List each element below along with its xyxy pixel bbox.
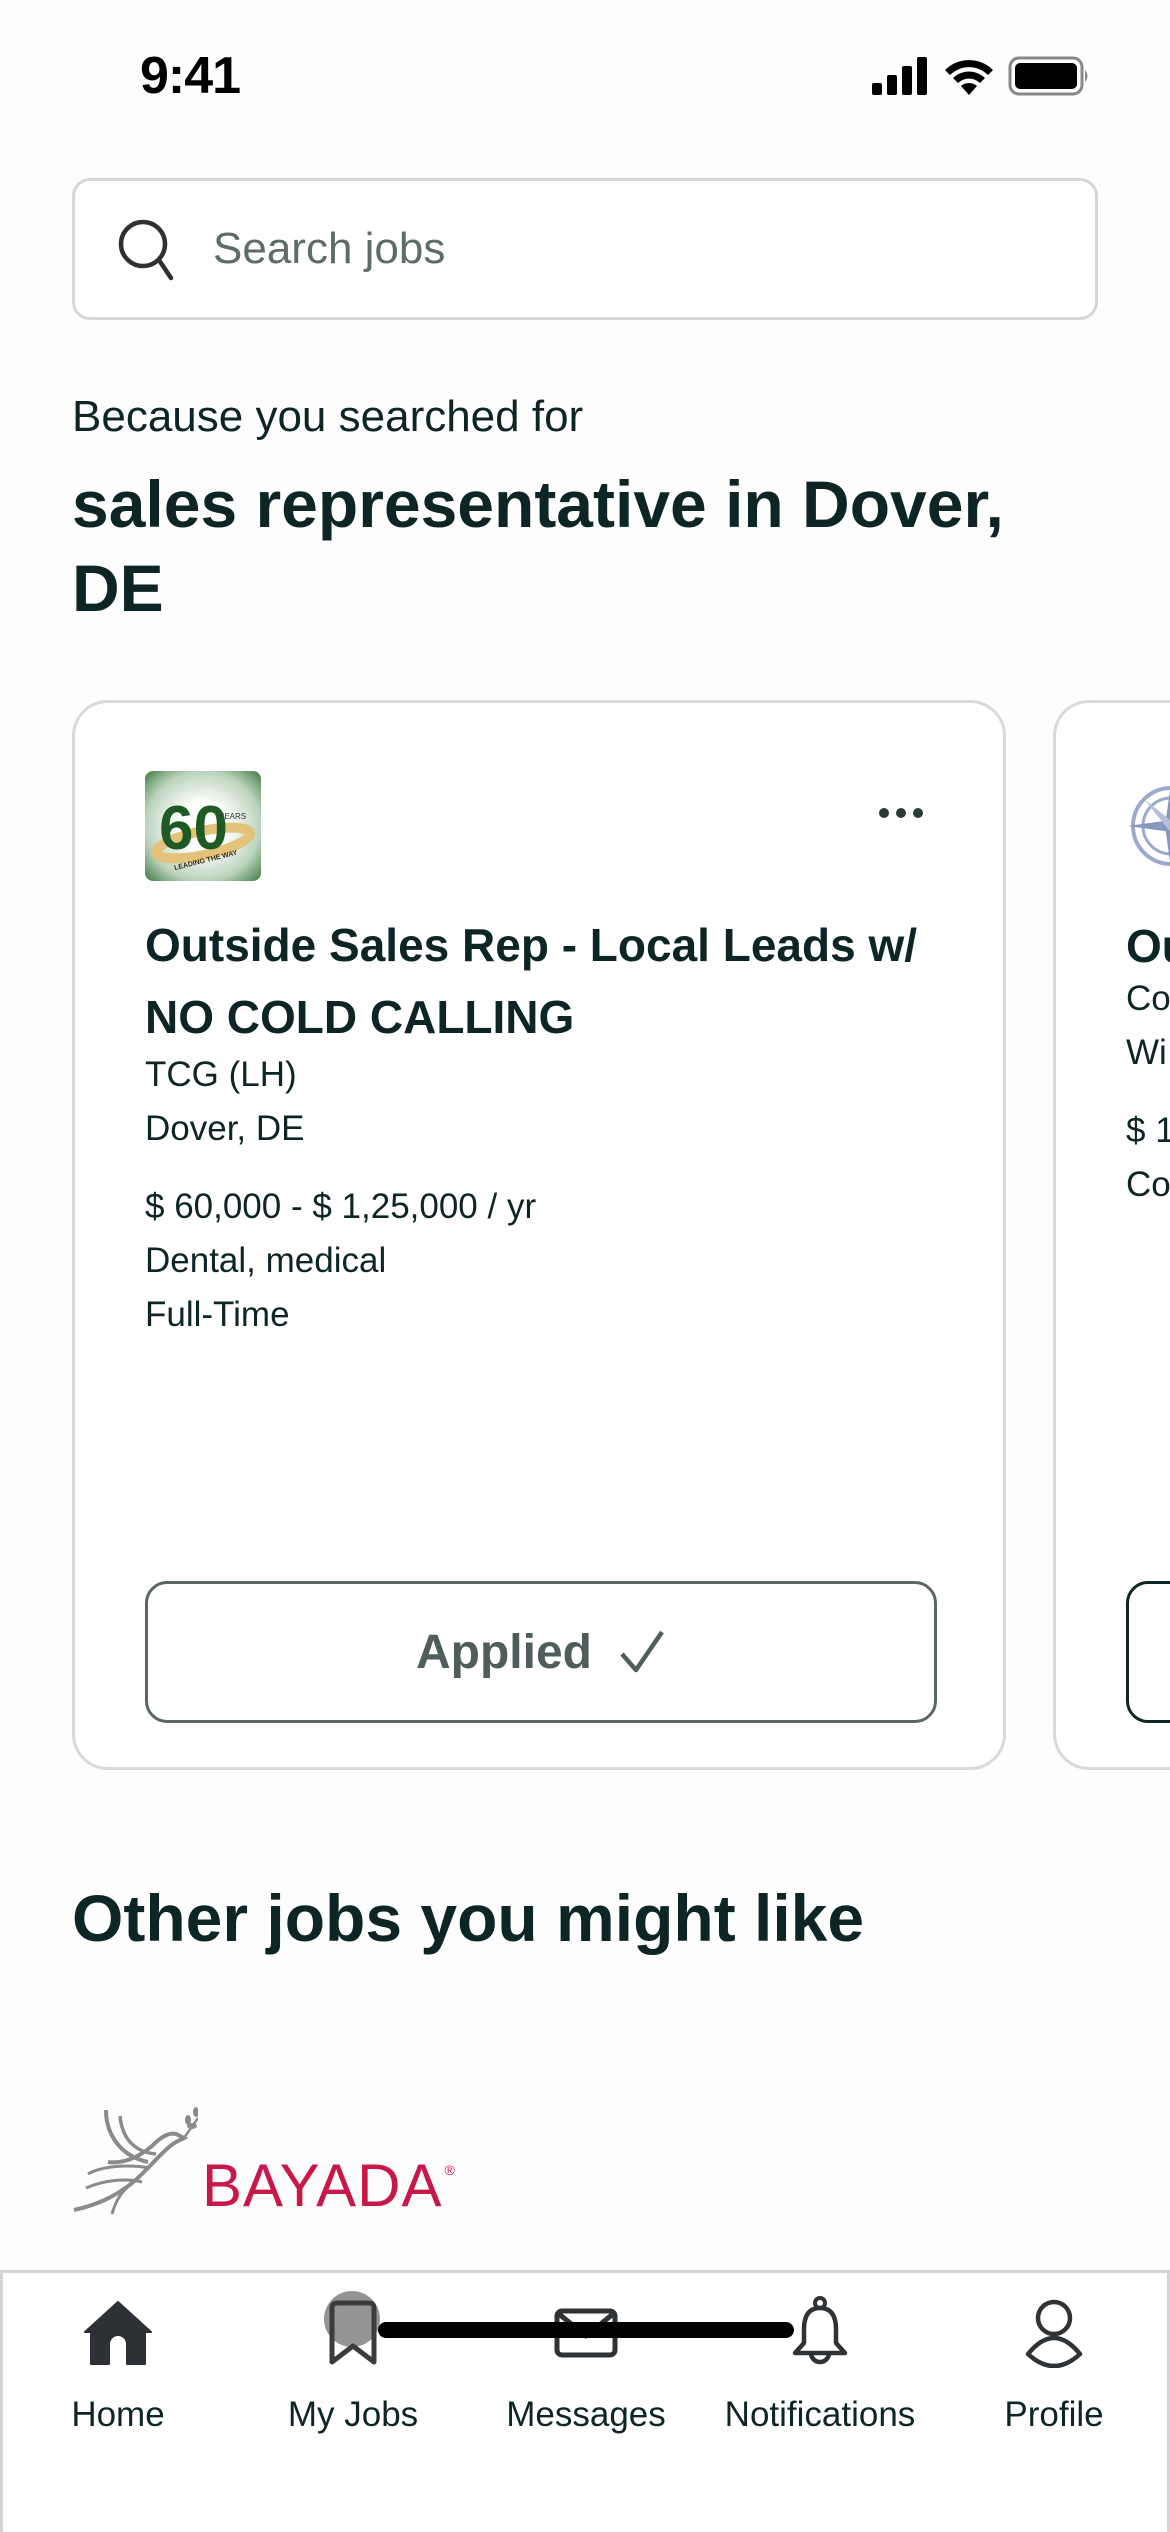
search-icon bbox=[118, 219, 174, 281]
tab-label: Profile bbox=[1004, 2395, 1104, 2434]
more-options-icon[interactable] bbox=[879, 808, 923, 818]
job-type: Full-Time bbox=[145, 1295, 290, 1334]
registered-mark: ® bbox=[444, 2162, 455, 2178]
logo-60-text: 60 bbox=[159, 794, 228, 863]
dove-icon bbox=[73, 2107, 198, 2215]
tcg-60-years-logo: 60 YEARS LEADING THE WAY bbox=[150, 794, 256, 872]
bayada-wordmark: BAYADA bbox=[202, 2152, 443, 2219]
applied-button[interactable]: Applied bbox=[145, 1581, 937, 1723]
compass-logo bbox=[1128, 786, 1170, 866]
tab-notifications[interactable]: Notifications bbox=[710, 2293, 930, 2443]
job-company: Co bbox=[1126, 979, 1170, 1018]
battery-icon bbox=[1008, 56, 1088, 96]
other-jobs-heading: Other jobs you might like bbox=[72, 1881, 865, 1955]
tab-messages[interactable]: Messages bbox=[476, 2293, 696, 2443]
recommendation-query: sales representative in Dover, DE bbox=[72, 467, 1004, 625]
job-location: Dover, DE bbox=[145, 1109, 305, 1148]
job-title[interactable]: Outside Sales Rep - Local Leads w/ NO CO… bbox=[145, 909, 945, 1053]
bookmark-icon bbox=[329, 2300, 377, 2365]
tab-label: Notifications bbox=[724, 2395, 916, 2434]
job-card-next[interactable]: Ou Co Wi $ 1 Co bbox=[1053, 700, 1170, 1770]
job-benefits: Co bbox=[1126, 1165, 1170, 1204]
applied-label: Applied bbox=[416, 1625, 592, 1679]
tab-profile[interactable]: Profile bbox=[944, 2293, 1164, 2443]
job-card[interactable]: 60 YEARS LEADING THE WAY Outside Sales R… bbox=[72, 700, 1006, 1770]
wifi-icon bbox=[945, 60, 993, 95]
job-salary: $ 60,000 - $ 1,25,000 / yr bbox=[145, 1187, 537, 1226]
person-icon bbox=[1025, 2299, 1083, 2368]
signal-icon bbox=[872, 57, 927, 95]
apply-button[interactable] bbox=[1126, 1581, 1170, 1723]
home-indicator[interactable] bbox=[378, 2322, 794, 2338]
status-time: 9:41 bbox=[140, 47, 241, 105]
status-bar: 9:41 bbox=[0, 0, 1170, 150]
tab-label: Home bbox=[71, 2395, 165, 2434]
job-title[interactable]: Ou bbox=[1126, 919, 1170, 973]
tab-bar: Home My Jobs Messages Notifications Prof… bbox=[0, 2270, 1170, 2532]
bell-icon bbox=[792, 2296, 848, 2365]
job-salary: $ 1 bbox=[1126, 1111, 1170, 1150]
status-icons bbox=[872, 56, 1090, 96]
search-input[interactable] bbox=[213, 224, 1013, 274]
tab-label: Messages bbox=[506, 2395, 666, 2434]
logo-years-text: YEARS bbox=[219, 812, 246, 821]
bayada-logo: BAYADA ® bbox=[72, 2104, 455, 2220]
tab-home[interactable]: Home bbox=[8, 2293, 228, 2443]
job-location: Wi bbox=[1126, 1033, 1167, 1072]
job-benefits: Dental, medical bbox=[145, 1241, 387, 1280]
job-company: TCG (LH) bbox=[145, 1055, 297, 1094]
search-bar[interactable] bbox=[72, 178, 1098, 320]
checkmark-icon bbox=[620, 1630, 664, 1673]
tab-label: My Jobs bbox=[287, 2395, 419, 2434]
recommendation-intro: Because you searched for bbox=[72, 392, 584, 441]
home-icon bbox=[84, 2301, 152, 2365]
tab-my-jobs[interactable]: My Jobs bbox=[243, 2291, 463, 2443]
company-logo: 60 YEARS LEADING THE WAY bbox=[145, 771, 261, 881]
